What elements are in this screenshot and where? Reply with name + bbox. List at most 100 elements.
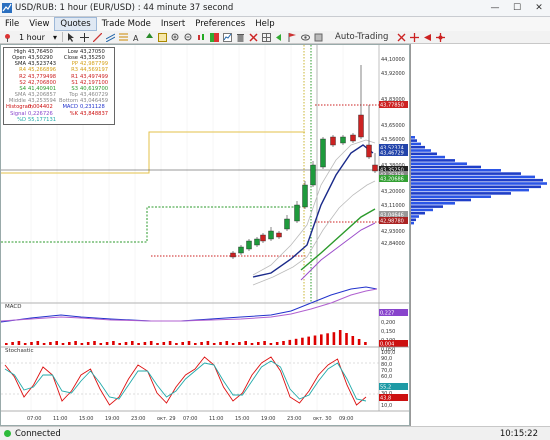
macd-histogram-bar xyxy=(93,341,96,345)
channel-icon[interactable] xyxy=(106,32,116,42)
menu-quotes[interactable]: Quotes xyxy=(54,17,97,31)
macd-histogram-bar xyxy=(149,341,153,345)
stoch-badge-label: 43,8 xyxy=(380,396,391,402)
text-icon[interactable]: A xyxy=(132,32,142,42)
macd-histogram-bar xyxy=(36,341,40,345)
cross-tool-icon[interactable] xyxy=(396,32,406,42)
menu-help[interactable]: Help xyxy=(250,17,279,31)
minimize-button[interactable]: — xyxy=(484,0,506,17)
price-tick-label: 42,93000 xyxy=(381,229,405,235)
crosshair-icon[interactable] xyxy=(80,32,90,42)
macd-histogram-bar xyxy=(30,342,33,345)
price-badge-label: 43,77850 xyxy=(380,103,404,109)
candle-body xyxy=(350,134,356,142)
macd-histogram-bar xyxy=(250,343,254,345)
info-label: %D xyxy=(17,116,26,123)
menu-preferences[interactable]: Preferences xyxy=(190,17,250,31)
price-badge-label: 42,98780 xyxy=(380,219,404,225)
macd-histogram-bar xyxy=(194,343,197,345)
timeframe-value: 1 hour xyxy=(19,32,45,42)
arrow-icon[interactable] xyxy=(145,32,155,42)
depth-bar xyxy=(411,172,521,175)
macd-histogram-bar xyxy=(124,342,128,345)
candle-body xyxy=(238,246,244,254)
candle-body xyxy=(254,238,260,246)
candle-body xyxy=(302,184,308,208)
fibonacci-icon[interactable] xyxy=(119,32,129,42)
stoch-tick-label: 10,0 xyxy=(381,403,392,409)
depth-bar xyxy=(411,185,541,189)
status-text: Connected xyxy=(15,428,61,439)
depth-bar xyxy=(411,136,415,139)
macd-histogram-bar xyxy=(105,342,109,345)
delete-icon[interactable] xyxy=(236,32,246,42)
auto-scroll-icon[interactable] xyxy=(275,32,285,42)
macd-histogram-bar xyxy=(307,336,310,345)
time-tick-label: 23:00 xyxy=(131,416,145,422)
line-icon[interactable] xyxy=(93,32,103,42)
depth-bar xyxy=(411,162,467,165)
depth-bar xyxy=(411,188,529,192)
depth-bar xyxy=(411,208,433,212)
price-tick-label: 42,84000 xyxy=(381,241,405,247)
grid-icon[interactable] xyxy=(262,32,272,42)
macd-histogram-bar xyxy=(313,335,317,345)
price-tick-label: 43,65000 xyxy=(381,123,405,129)
price-tick-label: 43,56000 xyxy=(381,137,405,143)
close-button[interactable]: ✕ xyxy=(528,0,550,17)
close-chart-icon[interactable] xyxy=(249,32,259,42)
candle-body xyxy=(310,164,316,186)
macd-histogram-bar xyxy=(219,342,222,345)
chart-window[interactable]: High 43,76450 Low 43,27050 Open 43,50290 Close… xyxy=(0,44,410,426)
menu-insert[interactable]: Insert xyxy=(156,17,190,31)
stochastic-panel-label: Stochastic xyxy=(5,348,33,354)
info-panel: High 43,76450 Low 43,27050 Open 43,50290 Close… xyxy=(3,47,115,125)
sell-cross-icon[interactable] xyxy=(435,32,445,42)
flag-icon[interactable] xyxy=(288,32,298,42)
zoom-out-icon[interactable] xyxy=(184,32,194,42)
time-tick-label: 19:00 xyxy=(261,416,275,422)
window-title: USD/RUB: 1 hour (EUR/USD) : 44 minute 37… xyxy=(15,3,234,13)
macd-panel-label: MACD xyxy=(5,304,22,310)
depth-bar xyxy=(411,145,425,149)
timeframe-select[interactable]: 1 hour ▾ xyxy=(16,32,60,43)
macd-histogram-bar xyxy=(206,341,210,345)
app-icon xyxy=(2,3,12,13)
pointer-icon[interactable] xyxy=(67,32,77,42)
price-tick-label: 43,11000 xyxy=(381,203,405,209)
zoom-in-icon[interactable] xyxy=(171,32,181,42)
depth-bar xyxy=(411,205,443,208)
depth-bar xyxy=(411,175,535,179)
depth-bar xyxy=(411,195,491,198)
depth-bar xyxy=(411,178,543,182)
macd-histogram-bar xyxy=(17,341,21,345)
tools-icon[interactable] xyxy=(314,32,324,42)
depth-bar xyxy=(411,149,431,152)
candle-body xyxy=(330,136,336,146)
color-icon[interactable] xyxy=(210,32,220,42)
pin-icon[interactable] xyxy=(3,33,12,42)
properties-icon[interactable] xyxy=(158,32,168,42)
macd-histogram-bar xyxy=(200,342,203,345)
menu-view[interactable]: View xyxy=(24,17,54,31)
plus-tool-icon[interactable] xyxy=(409,32,419,42)
time-tick-label: 15:00 xyxy=(79,416,93,422)
depth-bar xyxy=(411,192,511,195)
candle-body xyxy=(372,164,378,172)
macd-histogram-bar xyxy=(143,342,147,345)
auto-trading-button[interactable]: Auto-Trading xyxy=(335,32,388,42)
maximize-button[interactable]: ☐ xyxy=(506,0,528,17)
eye-icon[interactable] xyxy=(301,32,311,42)
macd-histogram-bar xyxy=(257,342,260,345)
depth-bar xyxy=(411,155,445,159)
menu-trade-mode[interactable]: Trade Mode xyxy=(97,17,156,31)
macd-histogram-bar xyxy=(11,342,14,345)
macd-tick-label: 0,200 xyxy=(381,320,395,326)
toolbar-separator xyxy=(62,32,63,42)
buy-arrow-icon[interactable] xyxy=(422,32,432,42)
chart-type-icon[interactable] xyxy=(197,32,207,42)
macd-histogram-bar xyxy=(301,337,304,345)
time-tick-label: 07:00 xyxy=(183,416,197,422)
indicator-icon[interactable] xyxy=(223,32,233,42)
menu-file[interactable]: File xyxy=(0,17,24,31)
